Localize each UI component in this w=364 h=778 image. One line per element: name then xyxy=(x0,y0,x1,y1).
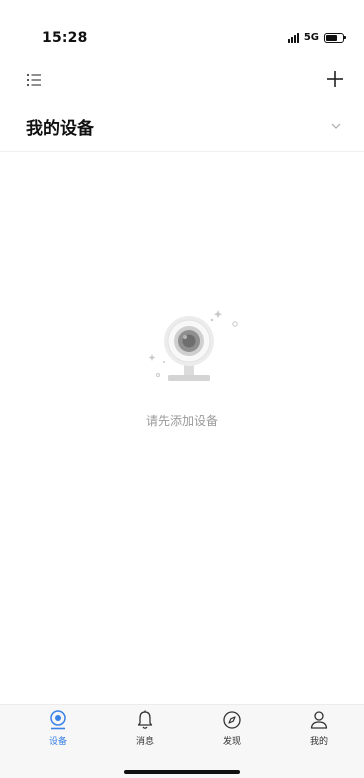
empty-state-message: 请先添加设备 xyxy=(145,414,218,428)
status-indicators: 5G xyxy=(287,32,346,43)
signal-bars-icon xyxy=(287,32,299,43)
status-bar: 15:28 5G xyxy=(0,28,364,54)
chevron-down-icon[interactable] xyxy=(330,120,342,132)
person-icon xyxy=(310,711,328,729)
tab-label: 设备 xyxy=(48,737,67,747)
tab-messages[interactable]: 消息 xyxy=(115,709,175,755)
camera-icon xyxy=(148,310,238,381)
top-toolbar xyxy=(0,66,364,96)
compass-icon xyxy=(223,711,241,729)
tab-label: 发现 xyxy=(222,737,241,747)
tab-label: 我的 xyxy=(309,737,328,747)
list-menu-icon[interactable] xyxy=(26,72,44,88)
status-time: 15:28 xyxy=(42,30,88,46)
tab-devices[interactable]: 设备 xyxy=(28,709,88,755)
phone-screen: 15:28 5G 我的设备 请先添加设备 设备 消息 发现 我的 xyxy=(0,0,364,778)
battery-icon xyxy=(324,32,346,43)
bell-icon xyxy=(137,710,153,729)
network-type: 5G xyxy=(303,32,319,43)
tab-mine[interactable]: 我的 xyxy=(289,709,349,755)
plus-icon[interactable] xyxy=(324,68,346,90)
tab-discover[interactable]: 发现 xyxy=(202,709,262,755)
home-indicator[interactable] xyxy=(124,770,240,774)
tab-label: 消息 xyxy=(135,737,154,747)
camera-icon xyxy=(50,710,66,730)
device-group-header[interactable]: 我的设备 xyxy=(0,112,364,152)
bottom-tab-bar: 设备 消息 发现 我的 xyxy=(0,704,364,778)
page-title: 我的设备 xyxy=(26,119,94,139)
